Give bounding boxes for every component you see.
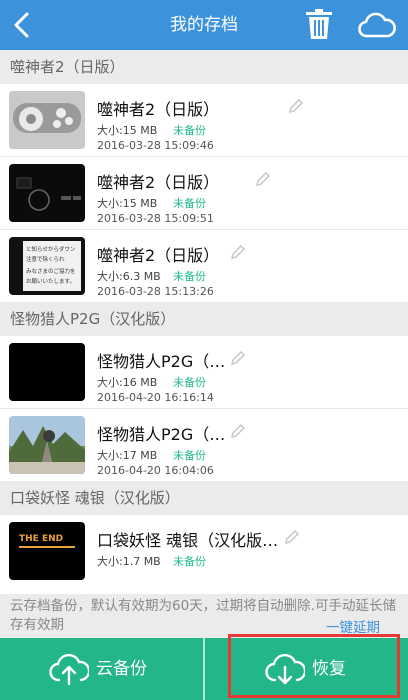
save-thumbnail: THE END (9, 522, 85, 580)
save-name: 噬神者2（日版） (97, 173, 220, 192)
edit-pencil-icon[interactable] (230, 423, 246, 439)
save-date: 2016-03-28 15:13:26 (97, 285, 214, 298)
cloud-icon[interactable] (358, 12, 396, 38)
save-thumbnail (9, 343, 85, 401)
backup-status: 未备份 (173, 197, 206, 210)
trash-icon[interactable] (304, 8, 334, 40)
cloud-backup-button[interactable]: 云备份 (0, 638, 203, 700)
backup-status: 未备份 (173, 270, 206, 283)
edit-pencil-icon[interactable] (230, 350, 246, 366)
thumb-text-line: と知らせからダウン (26, 245, 76, 253)
save-list: 噬神者2（日版） 噬神者2（日版） 大小:15 MB 未备份 2016-03-2… (0, 50, 408, 594)
cloud-download-icon (265, 653, 305, 685)
save-name: 怪物猎人P2G（… (97, 425, 226, 444)
edit-pencil-icon[interactable] (255, 171, 271, 187)
backup-status: 未备份 (173, 124, 206, 137)
save-thumbnail (9, 91, 85, 149)
list-item[interactable]: と知らせからダウン 注意で除くられ みなさまのご協力を お願いいたします。 噬神… (0, 230, 408, 302)
backup-status: 未备份 (173, 449, 206, 462)
save-name: 口袋妖怪 魂银（汉化版… (97, 531, 279, 550)
list-item[interactable]: 噬神者2（日版） 大小:15 MB 未备份 2016-03-28 15:09:4… (0, 84, 408, 157)
save-size: 大小:17 MB (97, 449, 158, 462)
thumb-text-line: みなさまのご協力を (26, 267, 76, 275)
group-header: 噬神者2（日版） (0, 50, 408, 84)
save-date: 2016-03-28 15:09:51 (97, 212, 214, 225)
backup-status: 未备份 (173, 376, 206, 389)
list-item[interactable]: 怪物猎人P2G（… 大小:16 MB 未备份 2016-04-20 16:16:… (0, 336, 408, 409)
save-name: 噬神者2（日版） (97, 246, 220, 265)
list-item[interactable]: THE END 口袋妖怪 魂银（汉化版… 大小:1.7 MB 未备份 (0, 515, 408, 587)
page-title: 我的存档 (170, 15, 238, 35)
save-size: 大小:15 MB (97, 197, 158, 210)
save-name: 噬神者2（日版） (97, 100, 220, 119)
save-size: 大小:15 MB (97, 124, 158, 137)
thumb-logo-text: THE END (19, 534, 63, 544)
save-size: 大小:16 MB (97, 376, 158, 389)
expiry-notice: 云存档备份，默认有效期为60天，过期将自动删除.可手动延长储存有效期 一键延期 (0, 594, 408, 638)
save-thumbnail: と知らせからダウン 注意で除くられ みなさまのご協力を お願いいたします。 (9, 237, 85, 295)
top-bar: 我的存档 (0, 0, 408, 50)
save-thumbnail (9, 164, 85, 222)
thumb-text-line: 注意で除くられ (26, 255, 65, 263)
cloud-upload-icon (49, 653, 89, 686)
save-size: 大小:6.3 MB (97, 270, 161, 283)
cloud-backup-label: 云备份 (96, 659, 147, 679)
list-item[interactable]: 怪物猎人P2G（… 大小:17 MB 未备份 2016-04-20 16:04:… (0, 409, 408, 481)
save-size: 大小:1.7 MB (97, 555, 161, 568)
save-name: 怪物猎人P2G（… (97, 352, 226, 371)
edit-pencil-icon[interactable] (288, 98, 304, 114)
list-item[interactable]: 噬神者2（日版） 大小:15 MB 未备份 2016-03-28 15:09:5… (0, 157, 408, 230)
save-date: 2016-03-28 15:09:46 (97, 139, 214, 152)
group-header: 怪物猎人P2G（汉化版） (0, 302, 408, 336)
edit-pencil-icon[interactable] (284, 529, 300, 545)
group-header: 口袋妖怪 魂银（汉化版） (0, 481, 408, 515)
backup-status: 未备份 (173, 555, 206, 568)
edit-pencil-icon[interactable] (230, 244, 246, 260)
save-thumbnail (9, 416, 85, 474)
bottom-bar: 云备份 恢复 (0, 638, 408, 700)
save-date: 2016-04-20 16:16:14 (97, 391, 214, 404)
restore-button[interactable]: 恢复 (205, 638, 408, 700)
save-date: 2016-04-20 16:04:06 (97, 464, 214, 477)
thumb-text-line: お願いいたします。 (26, 278, 75, 285)
restore-label: 恢复 (312, 659, 346, 679)
extend-link[interactable]: 一键延期 (322, 616, 380, 636)
